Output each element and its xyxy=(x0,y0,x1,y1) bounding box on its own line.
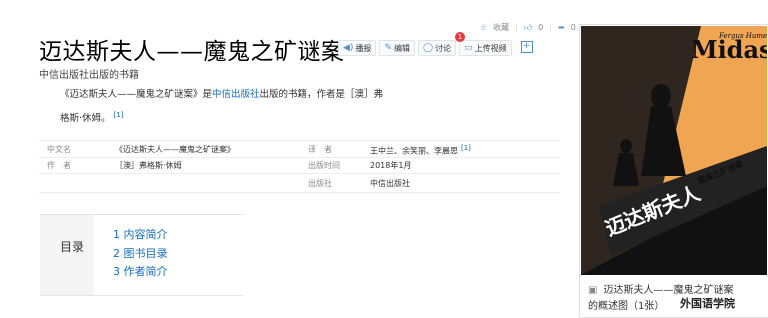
divider: | xyxy=(549,23,553,32)
pencil-icon: ✎ xyxy=(384,43,392,53)
upload-video-label: 上传视频 xyxy=(474,43,507,53)
album-caption-count[interactable]: 的概述图（1张） xyxy=(588,297,664,312)
play-label: 播报 xyxy=(355,43,372,53)
toc-item[interactable]: 2 图书目录 xyxy=(113,245,168,261)
info-divider xyxy=(39,192,560,193)
info-divider xyxy=(39,140,560,141)
info-value: 《迈达斯夫人——魔鬼之矿谜案》 xyxy=(115,145,235,154)
edit-button[interactable]: ✎ 编辑 xyxy=(379,40,415,56)
publisher-link[interactable]: 中信出版社 xyxy=(212,89,260,100)
summary-line-2: 格斯·休姆。 [1] xyxy=(60,110,123,124)
info-value: 中信出版社 xyxy=(370,179,410,188)
info-value: 2018年1月 xyxy=(370,161,412,170)
thumbs-up-icon[interactable]: 👍︎ xyxy=(524,23,532,33)
favorite-label[interactable]: 收藏 xyxy=(493,22,509,33)
page-subtitle: 中信出版社出版的书籍 xyxy=(39,70,139,81)
cover-author-en: Fergus Hume xyxy=(718,32,767,40)
like-count: 0 xyxy=(538,23,544,32)
album-caption[interactable]: ▣ 迈达斯夫人——魔鬼之矿谜案 xyxy=(588,281,733,296)
info-label: 出版时间 xyxy=(308,161,340,170)
add-button[interactable]: + xyxy=(520,41,533,53)
share-count: 0 xyxy=(570,23,576,32)
video-icon: ▭ xyxy=(464,43,473,53)
play-button[interactable]: ◀) 播报 xyxy=(338,40,377,56)
upload-video-button[interactable]: ▭ 上传视频 xyxy=(459,40,512,56)
speaker-icon: ◀) xyxy=(343,43,354,53)
share-icon[interactable]: ➦ xyxy=(558,23,565,32)
info-value: 王中兰、余笑丽、李晨思 [1] xyxy=(370,144,471,157)
toc-item[interactable]: 3 作者简介 xyxy=(113,263,168,279)
image-icon: ▣ xyxy=(588,285,598,296)
info-label: 作 者 xyxy=(47,161,71,170)
divider: | xyxy=(515,23,518,32)
toc-sidebar xyxy=(40,215,94,295)
entry-actions: ☆ 收藏 | 👍︎ 0 | ➦ 0 xyxy=(480,22,576,33)
info-value: ［澳］弗格斯·休姆 xyxy=(115,161,182,170)
translator-names: 王中兰、余笑丽、李晨思 xyxy=(370,146,458,156)
toc-heading: 目录 xyxy=(60,240,85,254)
discuss-label: 讨论 xyxy=(435,43,452,53)
star-icon[interactable]: ☆ xyxy=(480,23,487,32)
reference-link[interactable]: [1] xyxy=(114,111,124,119)
discuss-badge: 1 xyxy=(455,32,465,42)
watermark-text: 外国语学院 xyxy=(680,297,735,310)
reference-link[interactable]: [1] xyxy=(461,144,471,152)
info-label: 中文名 xyxy=(47,145,71,154)
summary-text: 《迈达斯夫人——魔鬼之矿谜案》是 xyxy=(60,89,213,100)
summary-text: 出版的书籍，作者是［澳］弗 xyxy=(259,89,384,100)
page-title: 迈达斯夫人——魔鬼之矿谜案 xyxy=(39,39,345,65)
book-cover-image[interactable]: Midas Fergus Hume 迈达斯夫人 魔鬼之矿谜案 xyxy=(581,26,767,275)
edit-label: 编辑 xyxy=(393,43,410,53)
table-of-contents: 目录 1 内容简介 2 图书目录 3 作者简介 xyxy=(40,214,243,296)
discuss-button[interactable]: ◯ 讨论 xyxy=(417,40,457,56)
book-cover-art: Midas Fergus Hume 迈达斯夫人 魔鬼之矿谜案 xyxy=(581,26,767,275)
info-divider xyxy=(39,157,560,158)
album-card[interactable]: Midas Fergus Hume 迈达斯夫人 魔鬼之矿谜案 ▣ 迈达斯夫人——魔… xyxy=(579,24,768,318)
info-label: 出版社 xyxy=(308,179,332,188)
info-label: 译 者 xyxy=(308,145,332,154)
chat-bubble-icon: ◯ xyxy=(422,43,434,53)
info-divider xyxy=(39,173,560,174)
summary-line-1: 《迈达斯夫人——魔鬼之矿谜案》是中信出版社出版的书籍，作者是［澳］弗 xyxy=(60,86,383,100)
entry-toolbar: ◀) 播报 ✎ 编辑 ◯ 讨论 ▭ 上传视频 + xyxy=(338,40,533,56)
summary-text: 格斯·休姆。 xyxy=(60,113,111,124)
toc-item[interactable]: 1 内容简介 xyxy=(113,226,168,242)
